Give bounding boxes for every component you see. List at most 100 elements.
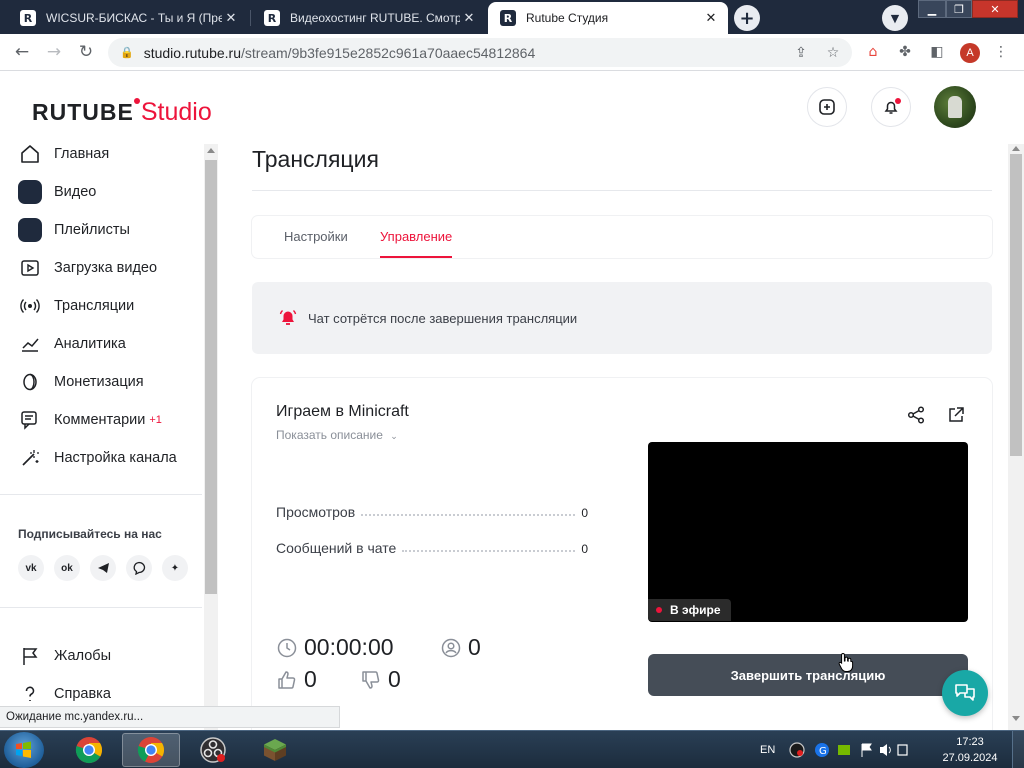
sidebar-scroll-thumb[interactable]: [205, 160, 217, 594]
url-host: studio.rutube.ru: [143, 44, 241, 61]
tab-search-button[interactable]: ▼: [882, 5, 908, 31]
rutube-studio-logo[interactable]: RUTUBE Studio: [32, 98, 212, 127]
logo-dot: [133, 98, 140, 104]
chrome-taskbar-app[interactable]: [60, 733, 118, 767]
clock-time: 17:23: [956, 736, 984, 748]
input-language-indicator[interactable]: EN: [760, 731, 775, 768]
sidebar-item-help[interactable]: Справка: [18, 681, 111, 707]
support-chat-button[interactable]: [942, 670, 988, 716]
magic-wand-icon: [18, 446, 42, 470]
sidebar-item-channel-settings[interactable]: Настройка канала: [18, 445, 177, 471]
close-tab-icon[interactable]: ✕: [460, 9, 478, 27]
browser-menu-icon[interactable]: ⋮: [992, 43, 1010, 61]
close-tab-icon[interactable]: ✕: [222, 9, 240, 27]
tray-icons: G: [788, 731, 908, 768]
bell-alert-icon: [278, 307, 298, 332]
window-restore-button[interactable]: ❐: [946, 0, 972, 18]
video-icon: [18, 180, 42, 204]
sidebar: Главная Видео Плейлисты Загрузка видео Т…: [0, 144, 204, 730]
vk-social-icon[interactable]: vk: [18, 555, 44, 581]
show-description-label: Показать описание: [276, 428, 383, 442]
channel-avatar[interactable]: [934, 86, 976, 128]
forward-button[interactable]: →: [42, 40, 66, 64]
sidebar-item-upload[interactable]: Загрузка видео: [18, 255, 157, 281]
sidebar-divider: [0, 607, 202, 608]
sidebar-item-video[interactable]: Видео: [18, 179, 96, 205]
page-title: Трансляция: [252, 146, 379, 172]
viber-social-icon[interactable]: [126, 555, 152, 581]
help-icon: [18, 682, 42, 706]
sidebar-divider: [0, 494, 202, 495]
share-icon[interactable]: [905, 404, 927, 426]
tab-settings[interactable]: Настройки: [284, 229, 348, 244]
browser-tab-2[interactable]: R Видеохостинг RUTUBE. Смотрит ✕: [252, 2, 486, 34]
tab-management[interactable]: Управление: [380, 229, 452, 244]
back-button[interactable]: ←: [10, 40, 34, 64]
sidebar-item-analytics[interactable]: Аналитика: [18, 331, 126, 357]
comments-icon: [18, 408, 42, 432]
profile-avatar-button[interactable]: A: [960, 43, 980, 63]
page-scroll-up-arrow[interactable]: [1012, 146, 1020, 151]
show-description-toggle[interactable]: Показать описание ⌄: [276, 428, 398, 442]
ok-social-icon[interactable]: ok: [54, 555, 80, 581]
sidebar-item-label: Плейлисты: [54, 222, 130, 238]
window-minimize-button[interactable]: ▁: [918, 0, 946, 18]
sidebar-item-label: Аналитика: [54, 336, 126, 352]
stream-preview-player[interactable]: [648, 442, 968, 622]
end-stream-button[interactable]: Завершить трансляцию: [648, 654, 968, 696]
share-page-icon[interactable]: ⇪: [792, 44, 810, 62]
dotted-leader: [361, 514, 576, 516]
extensions-puzzle-icon[interactable]: ✤: [896, 43, 914, 61]
monetization-icon: [18, 370, 42, 394]
views-label: Просмотров: [276, 504, 356, 520]
address-bar[interactable]: 🔒 studio.rutube.ru/stream/9b3fe915e2852c…: [108, 38, 852, 67]
page-scroll-thumb[interactable]: [1010, 154, 1022, 456]
sidebar-scroll-up-arrow[interactable]: [207, 148, 215, 153]
sidebar-item-label: Комментарии: [54, 412, 146, 428]
browser-tab-1[interactable]: R WICSUR-БИСКАС - Ты и Я (Пре ✕: [8, 2, 248, 34]
browser-tab-title: Rutube Студия: [526, 11, 609, 25]
dislikes-value: 0: [388, 666, 401, 692]
studio-page: RUTUBE Studio Главная Видео Плейлисты За…: [0, 72, 1024, 730]
create-button[interactable]: [807, 87, 847, 127]
sidebar-item-comments[interactable]: Комментарии +1: [18, 407, 162, 433]
reload-button[interactable]: ↻: [74, 40, 98, 64]
current-viewers: 0: [440, 634, 481, 661]
extension-house-icon[interactable]: ⌂: [864, 43, 882, 61]
thumbs-down-icon: [360, 669, 382, 691]
page-scroll-down-arrow[interactable]: [1012, 716, 1020, 721]
sidebar-item-playlists[interactable]: Плейлисты: [18, 217, 130, 243]
sidebar-item-broadcasts[interactable]: Трансляции: [18, 293, 134, 319]
taskbar-clock[interactable]: 17:23 27.09.2024: [940, 734, 1000, 766]
stream-tabs: Настройки Управление: [252, 216, 992, 258]
window-close-button[interactable]: ✕: [972, 0, 1018, 18]
browser-tab-3-active[interactable]: R Rutube Студия ✕: [488, 2, 728, 34]
sidebar-item-complaints[interactable]: Жалобы: [18, 643, 111, 669]
stream-title: Играем в Minicraft: [276, 403, 409, 420]
start-button[interactable]: [4, 732, 44, 768]
subscribe-heading: Подписывайтесь на нас: [18, 527, 162, 541]
more-socials-icon[interactable]: ✦: [162, 555, 188, 581]
obs-icon: [200, 737, 226, 763]
bookmark-star-icon[interactable]: ☆: [824, 44, 842, 62]
comments-count-badge: +1: [149, 414, 162, 426]
notifications-button[interactable]: [871, 87, 911, 127]
show-desktop-button[interactable]: [1012, 731, 1024, 768]
chrome-taskbar-app-active[interactable]: [122, 733, 180, 767]
url-path: /stream/9b3fe915e2852c961a70aaec54812864: [241, 44, 536, 61]
close-tab-icon[interactable]: ✕: [702, 9, 720, 27]
active-tab-underline: [380, 256, 452, 258]
likes-value: 0: [304, 666, 317, 692]
viewer-icon: [440, 637, 462, 659]
sidebar-item-home[interactable]: Главная: [18, 141, 109, 167]
minecraft-taskbar-app[interactable]: [246, 733, 304, 767]
views-stat-row: Просмотров 0: [276, 502, 588, 520]
telegram-social-icon[interactable]: [90, 555, 116, 581]
open-external-icon[interactable]: [945, 404, 967, 426]
side-panel-icon[interactable]: ◧: [928, 43, 946, 61]
obs-taskbar-app[interactable]: [184, 733, 242, 767]
logo-studio: Studio: [140, 98, 212, 126]
sidebar-item-label: Жалобы: [54, 648, 112, 664]
sidebar-item-monetization[interactable]: Монетизация: [18, 369, 144, 395]
new-tab-button[interactable]: +: [734, 5, 760, 31]
